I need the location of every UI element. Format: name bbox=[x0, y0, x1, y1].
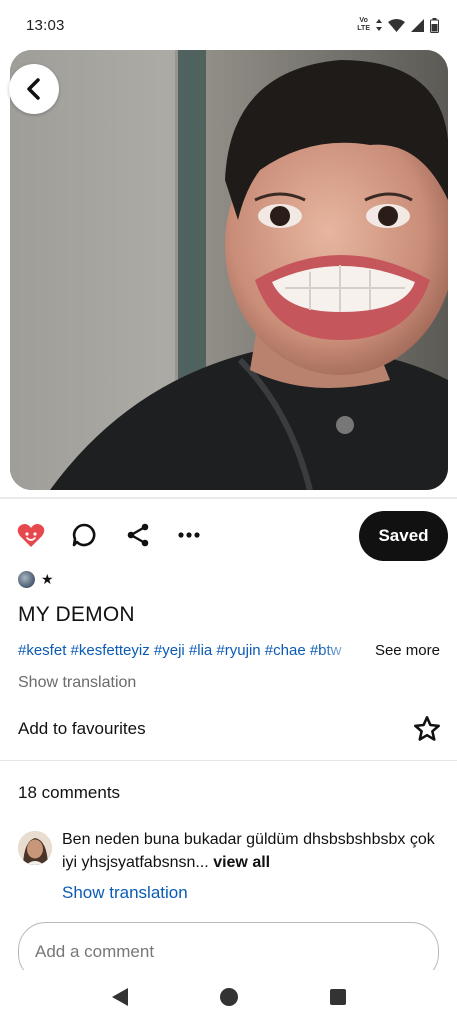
heart-react-button[interactable] bbox=[16, 520, 46, 550]
system-nav-bar bbox=[0, 970, 457, 1024]
data-arrows-icon bbox=[376, 19, 382, 31]
back-triangle-icon[interactable] bbox=[111, 987, 129, 1007]
pin-illustration bbox=[10, 50, 448, 490]
star-outline-icon[interactable] bbox=[413, 715, 441, 743]
action-row: Saved bbox=[0, 508, 457, 564]
battery-icon bbox=[430, 17, 439, 33]
saved-button[interactable]: Saved bbox=[359, 511, 448, 561]
commenter-avatar[interactable] bbox=[18, 831, 52, 865]
hashtags[interactable]: #kesfet #kesfetteyiz #yeji #lia #ryujin … bbox=[18, 642, 363, 664]
comment-button[interactable] bbox=[69, 520, 99, 550]
commenter-avatar-image bbox=[18, 831, 52, 865]
more-options-button[interactable] bbox=[174, 520, 204, 550]
add-to-favourites-label: Add to favourites bbox=[18, 719, 146, 738]
recents-square-icon[interactable] bbox=[329, 988, 347, 1006]
creator-star-badge: ★ bbox=[41, 571, 54, 587]
show-translation-description[interactable]: Show translation bbox=[18, 674, 136, 692]
share-button[interactable] bbox=[123, 520, 153, 550]
volte-icon: Vo LTE bbox=[357, 17, 370, 32]
status-time: 13:03 bbox=[26, 16, 65, 34]
heart-icon bbox=[17, 523, 45, 547]
pin-title: MY DEMON bbox=[18, 603, 135, 626]
hashtags-fade bbox=[320, 640, 368, 664]
home-circle-icon[interactable] bbox=[219, 987, 239, 1007]
wifi-icon bbox=[388, 18, 405, 32]
more-icon bbox=[178, 532, 200, 538]
image-divider bbox=[0, 497, 457, 499]
add-to-favourites-row[interactable]: Add to favourites bbox=[0, 710, 457, 748]
comment-icon bbox=[72, 523, 96, 547]
creator-avatar[interactable] bbox=[18, 571, 35, 588]
chevron-left-icon bbox=[27, 78, 40, 100]
see-more-link[interactable]: See more bbox=[375, 642, 440, 659]
section-divider bbox=[0, 760, 457, 761]
status-bar: 13:03 Vo LTE bbox=[0, 0, 457, 50]
status-icons: Vo LTE bbox=[357, 17, 439, 33]
pin-image[interactable] bbox=[10, 50, 448, 490]
comments-count: 18 comments bbox=[18, 783, 121, 802]
creator-row[interactable]: ★ bbox=[18, 571, 54, 588]
back-button[interactable] bbox=[9, 64, 59, 114]
share-icon bbox=[127, 523, 149, 547]
comment-text-block: Ben neden buna bukadar güldüm dhsbsbshbs… bbox=[62, 828, 447, 874]
view-all-link[interactable]: view all bbox=[213, 854, 270, 871]
show-translation-comment[interactable]: Show translation bbox=[62, 883, 188, 903]
signal-icon bbox=[411, 18, 424, 32]
